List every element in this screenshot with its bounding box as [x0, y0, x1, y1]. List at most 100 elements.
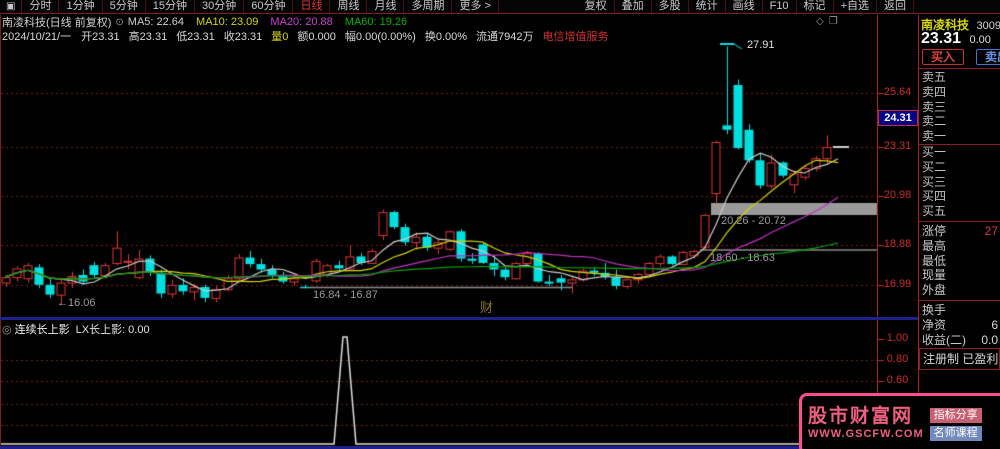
stat-value: 0.0: [981, 332, 998, 347]
window-icon[interactable]: ▣: [0, 0, 23, 13]
panel-divider: [919, 68, 1000, 69]
candlestick-chart[interactable]: [0, 0, 1000, 449]
sell-button[interactable]: 卖出: [976, 49, 1000, 65]
ohlc-value: 开23.31: [81, 31, 120, 43]
toolbar-action-button[interactable]: F10: [763, 0, 797, 13]
toolbar-period-tab[interactable]: 日线: [293, 0, 331, 13]
buy-levels: 买一 买二 买三 买四 买五: [919, 145, 1000, 219]
ohlc-value: 量0: [271, 31, 289, 43]
site-watermark: 股市财富网 WWW.GSCFW.COM 指标分享 名师课程: [799, 393, 1000, 449]
collapse-icon[interactable]: ⊙: [115, 17, 123, 28]
stat-label: 现量: [922, 268, 947, 283]
ohlc-values: 开23.31 高23.31 低23.31 收23.31 量0 额0.000 幅0.00(0.…: [81, 28, 617, 44]
stat-row: 涨停 27: [919, 224, 1000, 239]
ohlc-value: 换0.00%: [424, 31, 468, 43]
chart-corner-icon[interactable]: ❐: [829, 16, 838, 27]
toolbar-action-button[interactable]: 统计: [689, 0, 726, 13]
top-toolbar: ▣ 分时 1分钟 5分钟 15分钟 30分钟 60分钟 日线 周线 月线 多周期 更多 > 复权 叠加…: [0, 0, 1000, 14]
registration-status: 注册制 已盈利: [919, 348, 1000, 370]
tdx-app-window: 25.64 23.31 20.98 18.88 16.99 1.00 0.80 0.60 24.…: [0, 0, 1000, 449]
date-label: 2024/10/21/一: [2, 31, 72, 43]
watermark-title: 股市财富网: [808, 406, 914, 427]
stat-row: 换手: [919, 303, 1000, 318]
sell-level-row: 卖五: [922, 70, 947, 84]
toolbar-action-button[interactable]: 多股: [652, 0, 689, 13]
indicator-collapse-icon[interactable]: ◎: [2, 323, 12, 336]
toolbar-period-tab[interactable]: 多周期: [404, 0, 453, 13]
stat-row: 现量: [919, 268, 1000, 283]
sell-level-row: 卖一: [922, 129, 947, 144]
last-price: 23.31: [921, 30, 962, 47]
toolbar-period-tab[interactable]: 60分钟: [244, 0, 294, 13]
toolbar-action-button[interactable]: 叠加: [615, 0, 652, 13]
price-axis-line: [877, 15, 878, 445]
toolbar-period-tab[interactable]: 周线: [330, 0, 368, 13]
panel-price: 23.31 0.00: [921, 30, 991, 48]
buy-button[interactable]: 买入: [922, 49, 964, 65]
ohlc-value: 幅0.00(0.00%): [344, 31, 416, 43]
stat-row: 收益(二) 0.0: [919, 333, 1000, 348]
buy-level-row: 买一: [922, 145, 947, 159]
chart-corner-icon[interactable]: ◇: [816, 16, 824, 27]
toolbar-action-button[interactable]: 复权: [578, 0, 615, 13]
watermark-url: WWW.GSCFW.COM: [808, 428, 924, 440]
stat-rows: 涨停 27 最高 最低 现量 外盘: [919, 224, 1000, 298]
watermark-text-block: 股市财富网 WWW.GSCFW.COM: [808, 407, 924, 441]
toolbar-action-button[interactable]: 画线: [726, 0, 763, 13]
price-change: 0.00: [969, 34, 991, 46]
stat-row: 净资 6: [919, 318, 1000, 333]
stat-label: 净资: [922, 317, 947, 332]
panel-splitter[interactable]: [0, 317, 918, 320]
toolbar-period-tab[interactable]: 1分钟: [59, 0, 103, 13]
stat-label: 外盘: [922, 283, 947, 298]
ohlc-value: 收23.31: [223, 31, 263, 43]
ma-legend: MA5: 22.64 MA10: 23.09 MA20: 20.88 MA60: 19…: [128, 16, 419, 28]
ohlc-value: 流通7942万: [476, 31, 534, 43]
ohlc-info-row: 2024/10/21/一 开23.31 高23.31 低23.31 收23.31 量0 额…: [0, 29, 878, 43]
toolbar-period-tab[interactable]: 5分钟: [103, 0, 146, 13]
toolbar-action-button[interactable]: 返回: [877, 0, 914, 13]
quote-panel: 南凌科技 3009 23.31 0.00 买入 卖出 卖五卖四卖三卖二卖一 买一…: [919, 15, 1000, 445]
toolbar-period-tab[interactable]: 月线: [367, 0, 405, 13]
stat-label: 换手: [922, 303, 947, 317]
ma-header-row: 南凌科技(日线 前复权) ⊙ MA5: 22.64 MA10: 23.09 MA20…: [0, 15, 878, 29]
indicator-value: LX长上影: 0.00: [75, 324, 150, 336]
sell-level-row: 卖三: [922, 99, 947, 114]
stat-value: 6: [991, 317, 998, 332]
chart-corner-icons: ◇ ❐: [816, 16, 838, 27]
stat-rows-2: 换手 净资 6 收益(二) 0.0: [919, 303, 1000, 347]
ohlc-value: 额0.000: [297, 31, 336, 43]
stat-row: 外盘: [919, 283, 1000, 298]
stat-label: 涨停: [922, 224, 947, 238]
watermark-badge-course: 名师课程: [929, 425, 982, 441]
toolbar-period-tab[interactable]: 更多 >: [452, 0, 499, 13]
indicator-name[interactable]: 连续长上影: [15, 321, 70, 337]
toolbar-period-tab[interactable]: 30分钟: [195, 0, 245, 13]
ma-legend-item: MA5: 22.64: [127, 16, 185, 28]
sell-level-row: 卖四: [922, 84, 947, 99]
ma-legend-item: MA10: 23.09: [196, 16, 259, 28]
watermark-badges: 指标分享 名师课程: [929, 407, 982, 441]
sell-levels: 卖五 卖四 卖三 卖二 卖一: [919, 70, 1000, 144]
indicator-header: ◎ 连续长上影 LX长上影: 0.00: [2, 321, 150, 337]
ma-legend-item: MA60: 19.26: [344, 16, 408, 28]
buy-level-row: 买五: [922, 204, 947, 219]
period-tabs: 分时 1分钟 5分钟 15分钟 30分钟 60分钟 日线 周线 月线 多周期 更多 >: [22, 0, 499, 13]
stat-label: 最低: [922, 253, 947, 268]
stat-label: 收益(二): [922, 332, 966, 347]
ohlc-value: 低23.31: [176, 31, 215, 43]
stat-label: 最高: [922, 238, 947, 253]
panel-divider: [919, 221, 1000, 222]
stat-row: 最高: [919, 239, 1000, 254]
toolbar-period-tab[interactable]: 分时: [22, 0, 60, 13]
toolbar-action-button[interactable]: +自选: [834, 0, 877, 13]
stat-value: 27: [984, 224, 998, 238]
panel-divider: [919, 300, 1000, 301]
trade-buttons: 买入 卖出: [922, 49, 1000, 65]
toolbar-action-button[interactable]: 标记: [797, 0, 834, 13]
buy-level-row: 买三: [922, 174, 947, 189]
buy-level-row: 买二: [922, 159, 947, 174]
ma-legend-item: MA20: 20.88: [270, 16, 333, 28]
buy-level-row: 买四: [922, 189, 947, 204]
toolbar-period-tab[interactable]: 15分钟: [146, 0, 195, 13]
